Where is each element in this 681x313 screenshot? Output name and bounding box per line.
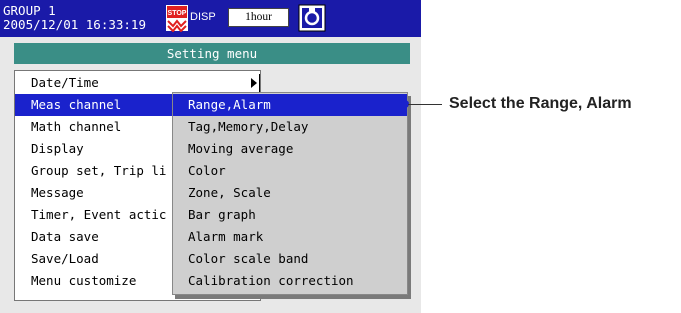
group-name: GROUP 1 bbox=[3, 3, 56, 18]
submenu-item-range-alarm[interactable]: Range,Alarm bbox=[173, 94, 407, 116]
submenu-item-tag-memory-delay[interactable]: Tag,Memory,Delay bbox=[173, 116, 407, 138]
status-bar: GROUP 1 2005/12/01 16:33:19 STOP DISP 1h… bbox=[0, 0, 421, 37]
disp-label: DISP bbox=[190, 11, 216, 23]
interval-button[interactable]: 1hour bbox=[228, 8, 289, 27]
cursor-line bbox=[259, 74, 260, 92]
menu-item-date-time[interactable]: Date/Time bbox=[15, 72, 260, 94]
recorder-screen: GROUP 1 2005/12/01 16:33:19 STOP DISP 1h… bbox=[0, 0, 421, 313]
submenu-item-bar-graph[interactable]: Bar graph bbox=[173, 204, 407, 226]
triangle-right-icon bbox=[251, 78, 257, 88]
stop-badge-icon: STOP bbox=[166, 5, 188, 32]
submenu-item-color-scale-band[interactable]: Color scale band bbox=[173, 248, 407, 270]
setting-menu-title: Setting menu bbox=[14, 43, 410, 64]
svg-text:STOP: STOP bbox=[168, 10, 187, 17]
submenu-item-alarm-mark[interactable]: Alarm mark bbox=[173, 226, 407, 248]
cf-card-icon bbox=[298, 4, 326, 32]
submenu-item-moving-average[interactable]: Moving average bbox=[173, 138, 407, 160]
callout-text: Select the Range, Alarm bbox=[449, 95, 632, 112]
date-time: 2005/12/01 16:33:19 bbox=[3, 17, 146, 32]
meas-channel-submenu: Range,Alarm Tag,Memory,Delay Moving aver… bbox=[172, 92, 408, 295]
submenu-item-color[interactable]: Color bbox=[173, 160, 407, 182]
submenu-item-calibration-correction[interactable]: Calibration correction bbox=[173, 270, 407, 292]
submenu-item-zone-scale[interactable]: Zone, Scale bbox=[173, 182, 407, 204]
callout-leader-line bbox=[408, 104, 442, 105]
